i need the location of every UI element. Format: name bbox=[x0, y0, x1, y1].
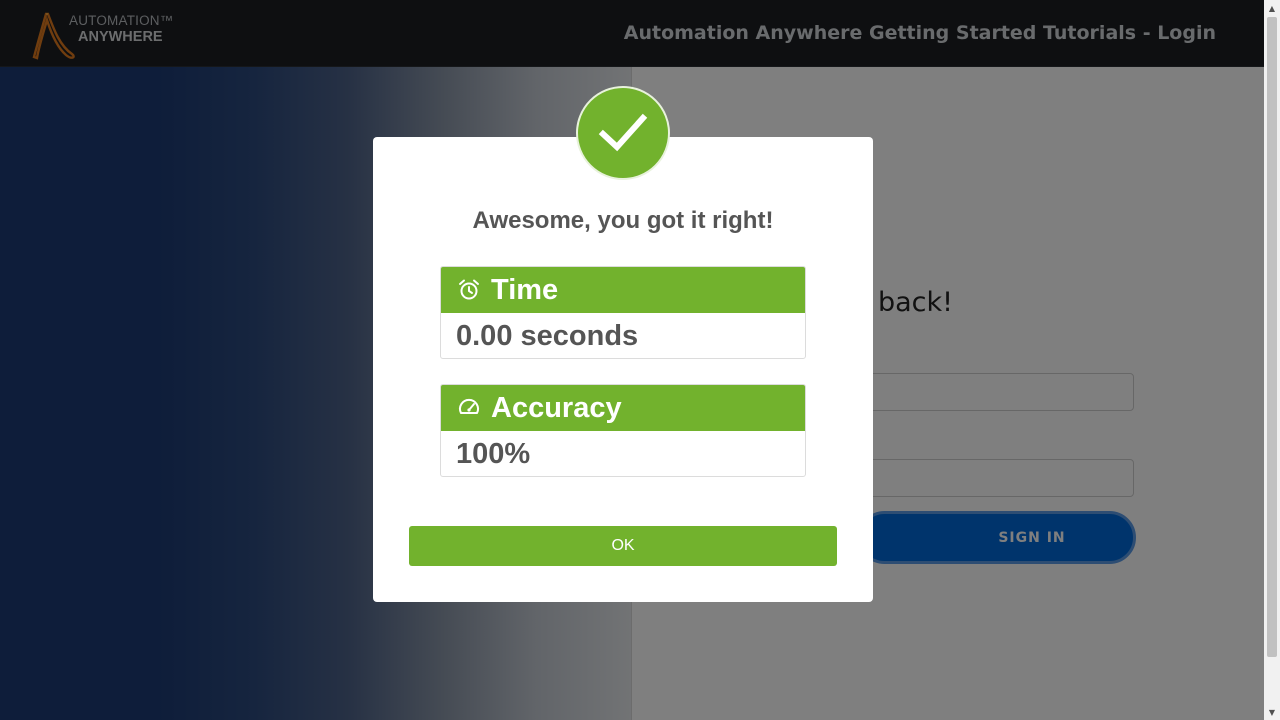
accuracy-card-header: Accuracy bbox=[441, 385, 805, 431]
vertical-scrollbar[interactable]: ▲ ▼ bbox=[1264, 0, 1280, 720]
time-card: Time 0.00 seconds bbox=[440, 266, 806, 359]
speedometer-icon bbox=[459, 398, 479, 414]
accuracy-card: Accuracy 100% bbox=[440, 384, 806, 477]
scroll-thumb[interactable] bbox=[1267, 17, 1277, 657]
accuracy-label: Accuracy bbox=[491, 391, 622, 424]
ok-button[interactable]: OK bbox=[409, 526, 837, 566]
time-card-header: Time bbox=[441, 267, 805, 313]
dialog-title: Awesome, you got it right! bbox=[472, 207, 774, 234]
checkmark-icon bbox=[598, 113, 648, 152]
scroll-down-arrow-icon[interactable]: ▼ bbox=[1264, 704, 1280, 720]
scroll-up-arrow-icon[interactable]: ▲ bbox=[1264, 0, 1280, 16]
accuracy-value: 100% bbox=[456, 437, 531, 470]
success-badge bbox=[576, 86, 670, 180]
result-dialog: Awesome, you got it right! Time 0.00 sec… bbox=[373, 137, 873, 602]
alarm-clock-icon bbox=[459, 279, 479, 300]
time-label: Time bbox=[491, 273, 559, 306]
time-value: 0.00 seconds bbox=[456, 319, 639, 352]
